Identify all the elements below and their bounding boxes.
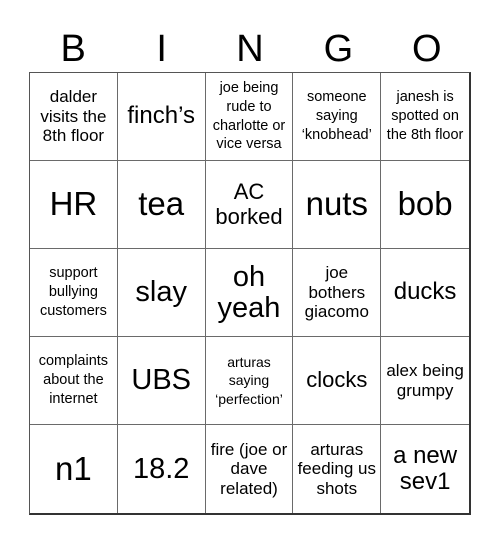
header-letter-b: B — [60, 28, 86, 70]
bingo-cell[interactable]: 18.2 — [118, 425, 206, 513]
header-letter-g: G — [323, 28, 354, 70]
header-letter-i: I — [156, 28, 167, 70]
bingo-cell[interactable]: arturas feeding us shots — [293, 425, 382, 513]
bingo-cell[interactable]: clocks — [293, 337, 382, 425]
header-letter-o: O — [412, 28, 442, 70]
bingo-cell[interactable]: complaints about the internet — [30, 337, 118, 425]
bingo-cell[interactable]: joe being rude to charlotte or vice vers… — [205, 73, 294, 161]
bingo-cell[interactable]: janesh is spotted on the 8th floor — [381, 73, 469, 161]
bingo-cell[interactable]: nuts — [293, 161, 382, 249]
bingo-cell[interactable]: alex being grumpy — [381, 337, 469, 425]
bingo-cell[interactable]: finch’s — [117, 73, 206, 161]
bingo-cell[interactable]: AC borked — [205, 161, 294, 249]
bingo-cell[interactable]: support bullying customers — [30, 249, 118, 337]
bingo-cell[interactable]: n1 — [30, 425, 118, 513]
bingo-cell[interactable]: tea — [117, 161, 206, 249]
bingo-cell[interactable]: someone saying ‘knobhead’ — [293, 73, 382, 161]
bingo-cell[interactable]: fire (joe or dave related) — [206, 425, 294, 513]
bingo-cell[interactable]: oh yeah — [205, 249, 294, 337]
bingo-cell[interactable]: ducks — [381, 249, 469, 337]
bingo-cell[interactable]: joe bothers giacomo — [293, 249, 382, 337]
bingo-cell[interactable]: a new sev1 — [381, 425, 469, 513]
bingo-header: B I N G O — [29, 26, 471, 72]
bingo-board: dalder visits the 8th floor finch’s joe … — [29, 72, 471, 515]
bingo-cell[interactable]: arturas saying ‘perfection’ — [205, 337, 294, 425]
bingo-cell[interactable]: HR — [30, 161, 118, 249]
bingo-cell[interactable]: UBS — [117, 337, 206, 425]
header-letter-n: N — [236, 28, 264, 70]
bingo-cell[interactable]: dalder visits the 8th floor — [30, 73, 118, 161]
bingo-cell[interactable]: bob — [381, 161, 469, 249]
bingo-cell[interactable]: slay — [117, 249, 206, 337]
